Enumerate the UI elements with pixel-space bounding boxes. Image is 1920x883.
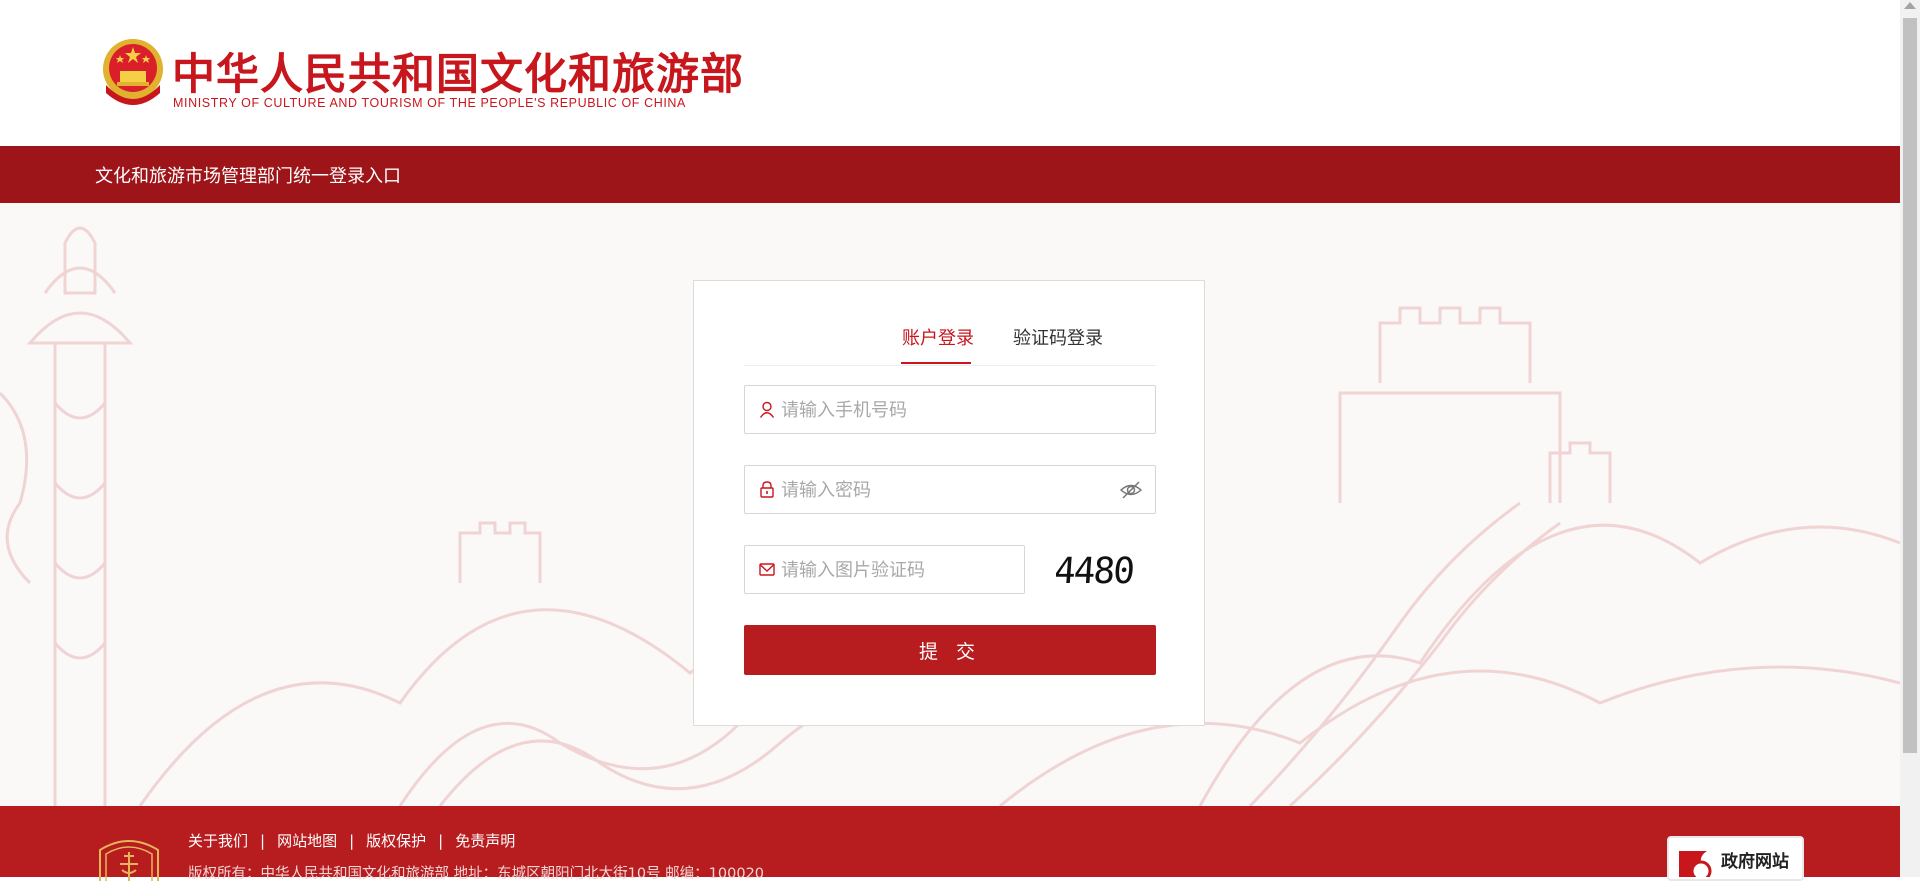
password-input[interactable]: [781, 476, 1101, 504]
tab-sms-code-login[interactable]: 验证码登录: [1013, 324, 1103, 350]
footer-link-disclaimer[interactable]: 免责声明: [455, 832, 515, 850]
copyright-text: 版权所有：中华人民共和国文化和旅游部 地址：东城区朝阳门北大街10号 邮编：10…: [188, 866, 765, 882]
submit-button[interactable]: 提 交: [744, 625, 1156, 675]
gov-website-badge[interactable]: 政府网站: [1667, 836, 1804, 881]
footer-separator: |: [349, 832, 355, 850]
site-header: 中华人民共和国文化和旅游部 MINISTRY OF CULTURE AND TO…: [0, 0, 1900, 146]
footer-links: 关于我们 | 网站地图 | 版权保护 | 免责声明: [188, 830, 515, 851]
footer-separator: |: [438, 832, 444, 850]
captcha-image[interactable]: 4480: [1056, 545, 1158, 595]
active-tab-indicator: [901, 362, 971, 364]
footer-link-about[interactable]: 关于我们: [188, 832, 248, 850]
ministry-name-cn: 中华人民共和国文化和旅游部: [172, 50, 744, 100]
ministry-name-en: MINISTRY OF CULTURE AND TOURISM OF THE P…: [173, 96, 686, 110]
tab-account-login[interactable]: 账户登录: [902, 324, 974, 350]
phone-input[interactable]: [781, 396, 1141, 424]
captcha-field[interactable]: [744, 545, 1025, 594]
lock-icon: [760, 481, 774, 498]
footer-link-copyright[interactable]: 版权保护: [366, 832, 426, 850]
user-icon: [759, 401, 775, 418]
login-card: 账户登录 验证码登录 4480 提 交: [693, 280, 1205, 726]
footer-link-sitemap[interactable]: 网站地图: [277, 832, 337, 850]
login-tabs: 账户登录 验证码登录: [744, 281, 1156, 366]
mail-icon: [759, 563, 775, 576]
phone-field[interactable]: [744, 385, 1156, 434]
portal-title: 文化和旅游市场管理部门统一登录入口: [95, 166, 401, 187]
password-field[interactable]: [744, 465, 1156, 514]
scroll-up-arrow-icon[interactable]: [1904, 2, 1916, 9]
portal-title-bar: 文化和旅游市场管理部门统一登录入口: [0, 146, 1900, 203]
captcha-input[interactable]: [781, 556, 1016, 584]
national-emblem-icon: [103, 39, 163, 105]
captcha-text: 4480: [1056, 551, 1135, 592]
ministry-footer-logo-icon: [99, 840, 159, 881]
scrollbar-thumb[interactable]: [1903, 18, 1917, 753]
gov-website-label: 政府网站: [1721, 852, 1789, 872]
site-footer: 关于我们 | 网站地图 | 版权保护 | 免责声明 版权所有：中华人民共和国文化和旅游部 地…: [0, 806, 1900, 882]
footer-separator: |: [260, 832, 266, 850]
gov-website-icon: [1679, 851, 1712, 877]
eye-slash-icon[interactable]: [1119, 479, 1143, 501]
